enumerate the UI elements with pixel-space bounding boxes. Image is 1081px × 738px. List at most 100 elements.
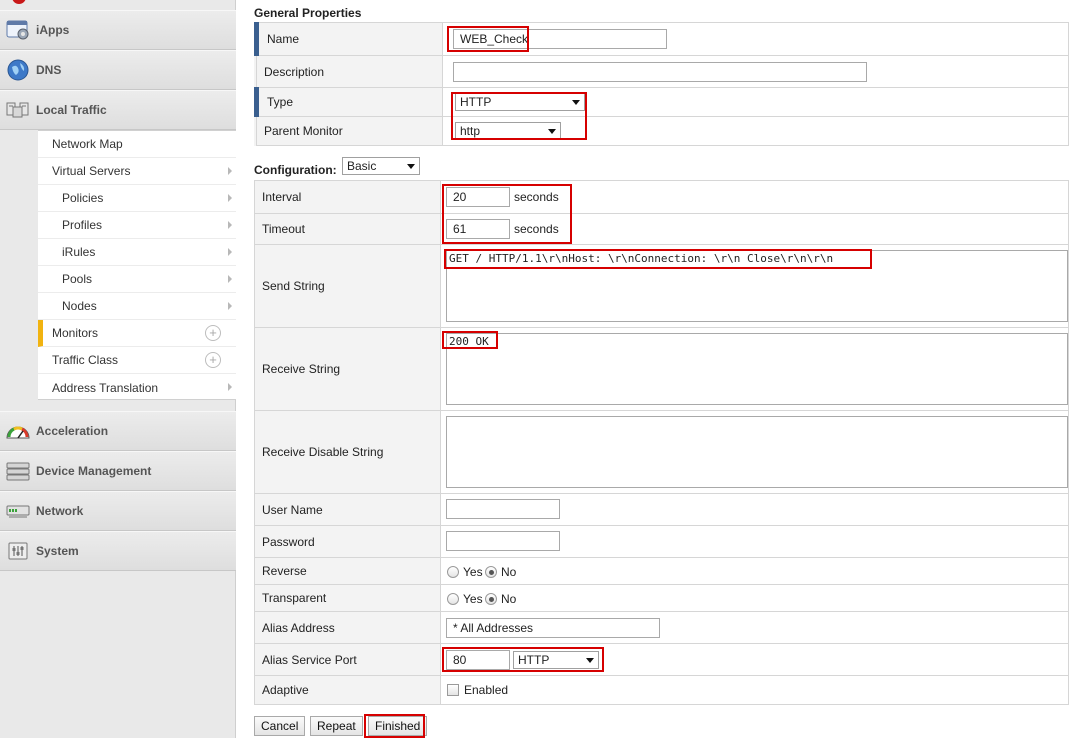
reverse-cell: Yes No: [440, 557, 1069, 585]
submenu-item-monitors[interactable]: Monitors +: [38, 320, 236, 347]
submenu-item-label: Virtual Servers: [52, 164, 131, 178]
row-send-string: Send String GET / HTTP/1.1\r\nHost: \r\n…: [254, 244, 1069, 328]
adaptive-cell: Enabled: [440, 675, 1069, 705]
alias-address-label: Alias Address: [254, 611, 441, 644]
timeout-input[interactable]: [446, 219, 510, 239]
submenu-item-profiles[interactable]: Profiles: [38, 212, 236, 239]
add-icon[interactable]: +: [205, 325, 221, 341]
nav-section-system[interactable]: System: [0, 531, 236, 571]
description-cell: [442, 55, 1069, 88]
alias-port-input[interactable]: [446, 650, 510, 670]
gauge-icon: [4, 419, 32, 443]
name-cell: [442, 22, 1069, 56]
row-timeout: Timeout seconds: [254, 213, 1069, 245]
user-name-cell: [440, 493, 1069, 526]
row-receive-string: Receive String 200 OK: [254, 327, 1069, 411]
alias-address-input[interactable]: [446, 618, 660, 638]
local-traffic-submenu: Network Map Virtual Servers Policies Pro…: [38, 130, 236, 400]
chevron-right-icon: [228, 302, 232, 310]
chevron-right-icon: [228, 221, 232, 229]
receive-string-textarea[interactable]: 200 OK: [446, 333, 1068, 405]
nav-section-label: System: [36, 544, 79, 558]
transparent-no-radio[interactable]: No: [485, 592, 516, 606]
finished-button[interactable]: Finished: [368, 716, 428, 736]
type-label: Type: [254, 87, 443, 117]
configuration-heading: Configuration:: [254, 163, 337, 177]
cancel-button[interactable]: Cancel: [254, 716, 306, 736]
reverse-no-radio[interactable]: No: [485, 565, 516, 579]
adaptive-enabled-checkbox[interactable]: Enabled: [447, 683, 508, 697]
nav-section-label: Acceleration: [36, 424, 109, 438]
chevron-down-icon: [548, 129, 556, 134]
row-name: Name: [254, 22, 1069, 56]
submenu-item-irules[interactable]: iRules: [38, 239, 236, 266]
radio-button-icon: [447, 593, 459, 605]
nav-section-device-management[interactable]: Device Management: [0, 451, 236, 491]
timeout-label: Timeout: [254, 213, 441, 245]
checkbox-icon: [447, 684, 459, 696]
user-name-input[interactable]: [446, 499, 560, 519]
local-traffic-icon: [4, 98, 32, 122]
chevron-down-icon: [572, 100, 580, 105]
parent-monitor-cell: http: [442, 116, 1069, 146]
submenu-item-label: Address Translation: [52, 380, 159, 395]
main-content: General Properties Name Description Type…: [236, 0, 1081, 738]
row-user-name: User Name: [254, 493, 1069, 526]
sidebar-top-alert-fragment: [12, 0, 26, 4]
chevron-right-icon: [228, 248, 232, 256]
system-icon: [4, 539, 32, 563]
submenu-item-label: Profiles: [62, 218, 103, 232]
submenu-item-network-map[interactable]: Network Map: [38, 131, 236, 158]
row-alias-address: Alias Address: [254, 611, 1069, 644]
description-label: Description: [256, 55, 443, 88]
alias-port-service-value: HTTP: [518, 653, 550, 667]
globe-icon: [4, 58, 32, 82]
password-input[interactable]: [446, 531, 560, 551]
alias-port-service-select[interactable]: HTTP: [513, 651, 599, 669]
transparent-cell: Yes No: [440, 584, 1069, 612]
submenu-item-nodes[interactable]: Nodes: [38, 293, 236, 320]
reverse-yes-radio[interactable]: Yes: [447, 565, 483, 579]
alias-address-cell: [440, 611, 1069, 644]
submenu-item-address-translation[interactable]: Address Translation: [38, 374, 236, 401]
nav-section-local-traffic[interactable]: Local Traffic: [0, 90, 236, 130]
add-icon[interactable]: +: [205, 352, 221, 368]
configuration-mode-select[interactable]: Basic: [342, 157, 420, 175]
submenu-item-traffic-class[interactable]: Traffic Class +: [38, 347, 236, 374]
alias-service-port-cell: HTTP: [440, 643, 1069, 676]
submenu-item-virtual-servers[interactable]: Virtual Servers: [38, 158, 236, 185]
receive-disable-string-cell: [440, 410, 1069, 494]
name-input[interactable]: [453, 29, 667, 49]
radio-label: Yes: [463, 592, 483, 606]
submenu-item-label: Monitors: [52, 326, 99, 340]
nav-section-network[interactable]: Network: [0, 491, 236, 531]
type-select-value: HTTP: [460, 95, 492, 109]
description-input[interactable]: [453, 62, 867, 82]
nav-section-acceleration[interactable]: Acceleration: [0, 411, 236, 451]
nav-section-label: iApps: [36, 23, 70, 37]
receive-disable-string-textarea[interactable]: [446, 416, 1068, 488]
nav-section-label: DNS: [36, 63, 62, 77]
reverse-label: Reverse: [254, 557, 441, 585]
transparent-yes-radio[interactable]: Yes: [447, 592, 483, 606]
send-string-textarea[interactable]: GET / HTTP/1.1\r\nHost: \r\nConnection: …: [446, 250, 1068, 322]
interval-unit: seconds: [514, 190, 559, 204]
submenu-item-label: Nodes: [62, 299, 97, 313]
timeout-unit: seconds: [514, 222, 559, 236]
radio-label: Yes: [463, 565, 483, 579]
submenu-item-label: Policies: [62, 191, 104, 205]
submenu-item-label: Traffic Class: [52, 353, 119, 367]
radio-button-icon: [447, 566, 459, 578]
network-icon: [4, 499, 32, 523]
password-label: Password: [254, 525, 441, 558]
parent-monitor-select[interactable]: http: [455, 122, 561, 140]
nav-section-dns[interactable]: DNS: [0, 50, 236, 90]
submenu-item-policies[interactable]: Policies: [38, 185, 236, 212]
repeat-button[interactable]: Repeat: [310, 716, 363, 736]
nav-section-iapps[interactable]: iApps: [0, 10, 236, 50]
interval-input[interactable]: [446, 187, 510, 207]
type-select[interactable]: HTTP: [455, 93, 585, 111]
submenu-item-pools[interactable]: Pools: [38, 266, 236, 293]
chevron-right-icon: [228, 167, 232, 175]
chevron-down-icon: [407, 164, 415, 169]
